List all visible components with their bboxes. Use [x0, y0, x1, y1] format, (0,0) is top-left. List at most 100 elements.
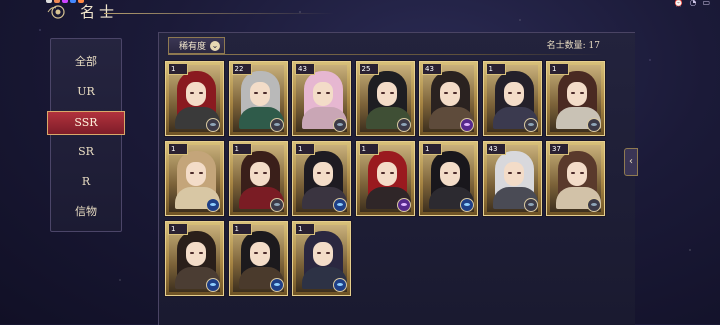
character-card[interactable]: 43: [419, 61, 478, 136]
character-card[interactable]: 43: [482, 141, 542, 216]
sidebar-item-ur[interactable]: UR: [51, 81, 121, 103]
character-card[interactable]: 22: [228, 61, 288, 136]
level-badge: 43: [422, 63, 442, 75]
wifi-icon: ◔: [689, 0, 697, 7]
character-card[interactable]: 43: [292, 61, 351, 136]
character-card[interactable]: 1: [482, 61, 542, 136]
portrait-eye: [516, 92, 521, 94]
portrait-eye: [199, 172, 203, 174]
level-badge: 1: [422, 143, 442, 155]
character-card[interactable]: 1: [292, 221, 351, 296]
character-card[interactable]: 1: [165, 221, 224, 296]
eye-icon: [396, 118, 411, 132]
character-card[interactable]: 1: [228, 141, 288, 216]
rarity-filter-button[interactable]: 稀有度 ⌄: [168, 37, 226, 54]
character-card[interactable]: 1: [546, 61, 605, 136]
level-badge: 1: [168, 223, 188, 235]
portrait-eye: [444, 172, 448, 174]
portrait-eye: [190, 172, 194, 174]
sidebar-item-r[interactable]: R: [51, 171, 121, 193]
sidebar-item-sr[interactable]: SR: [51, 141, 121, 163]
portrait-eye: [507, 92, 512, 94]
character-card[interactable]: 1: [355, 141, 415, 216]
portrait-eye: [571, 92, 575, 94]
sidebar-item-token[interactable]: 信物: [51, 201, 121, 223]
title-divider: [104, 13, 334, 14]
portrait-face: [249, 242, 270, 266]
eye-icon: [333, 118, 347, 132]
sidebar-item-ssr[interactable]: SSR: [47, 111, 125, 135]
portrait-face: [440, 82, 460, 106]
portrait-eye: [453, 172, 457, 174]
level-badge: 43: [295, 63, 315, 75]
level-badge: 43: [485, 143, 506, 155]
portrait-eye: [199, 252, 203, 254]
battery-icon: ▭: [702, 0, 710, 7]
sidebar-item-all[interactable]: 全部: [51, 51, 121, 73]
eye-icon: [587, 198, 601, 212]
portrait-face: [313, 242, 333, 266]
eye-icon: [460, 118, 474, 132]
portrait-eye: [380, 172, 385, 174]
portrait-eye: [317, 252, 321, 254]
character-card[interactable]: 37: [546, 141, 605, 216]
level-badge: 22: [231, 63, 252, 75]
chevron-down-icon: ⌄: [210, 40, 221, 51]
character-card[interactable]: 1: [292, 141, 351, 216]
character-card[interactable]: 1: [165, 61, 224, 136]
system-status: ⏰ ◔ ▭: [673, 0, 710, 7]
character-card[interactable]: 1: [165, 141, 224, 216]
character-count: 名士数量: 17: [546, 41, 600, 51]
portrait-face: [186, 162, 206, 186]
portrait-eye: [453, 92, 457, 94]
eye-icon: [269, 278, 284, 292]
eye-icon: [587, 118, 601, 132]
portrait-eye: [580, 92, 584, 94]
portrait-face: [249, 162, 270, 186]
portrait-eye: [199, 92, 203, 94]
character-card[interactable]: 1: [419, 141, 478, 216]
portrait-face: [376, 82, 397, 106]
portrait-face: [313, 162, 333, 186]
portrait-eye: [326, 252, 330, 254]
portrait-face: [503, 82, 524, 106]
portrait-face: [376, 162, 397, 186]
portrait-eye: [326, 92, 330, 94]
portrait-eye: [253, 252, 258, 254]
portrait-face: [186, 82, 206, 106]
alarm-icon: ⏰: [673, 0, 684, 7]
eye-icon: [333, 198, 347, 212]
eye-icon: [269, 198, 284, 212]
category-sidebar: 全部 UR SSR SR R 信物: [47, 38, 125, 232]
character-card[interactable]: 25: [355, 61, 415, 136]
collapse-tab-icon[interactable]: ‹: [624, 148, 638, 176]
rarity-filter-label: 稀有度: [179, 42, 207, 52]
portrait-eye: [444, 92, 448, 94]
portrait-eye: [253, 172, 258, 174]
portrait-eye: [262, 252, 267, 254]
portrait-eye: [507, 172, 512, 174]
portrait-face: [186, 242, 206, 266]
eye-icon: [269, 118, 284, 132]
portrait-face: [313, 82, 333, 106]
eye-icon: [206, 118, 220, 132]
level-badge: 1: [485, 63, 506, 75]
portrait-face: [440, 162, 460, 186]
page-title: 名士: [80, 3, 119, 21]
eye-icon: [206, 278, 220, 292]
portrait-eye: [571, 172, 575, 174]
eye-icon: [523, 198, 538, 212]
level-badge: 1: [295, 143, 315, 155]
level-badge: 1: [168, 143, 188, 155]
eye-icon: [206, 198, 220, 212]
portrait-eye: [262, 172, 267, 174]
portrait-eye: [317, 172, 321, 174]
portrait-eye: [326, 172, 330, 174]
back-ornament-icon[interactable]: [46, 2, 74, 20]
level-badge: 1: [168, 63, 188, 75]
level-badge: 1: [231, 143, 252, 155]
level-badge: 1: [231, 223, 252, 235]
character-card[interactable]: 1: [228, 221, 288, 296]
portrait-eye: [389, 172, 394, 174]
portrait-face: [567, 82, 587, 106]
